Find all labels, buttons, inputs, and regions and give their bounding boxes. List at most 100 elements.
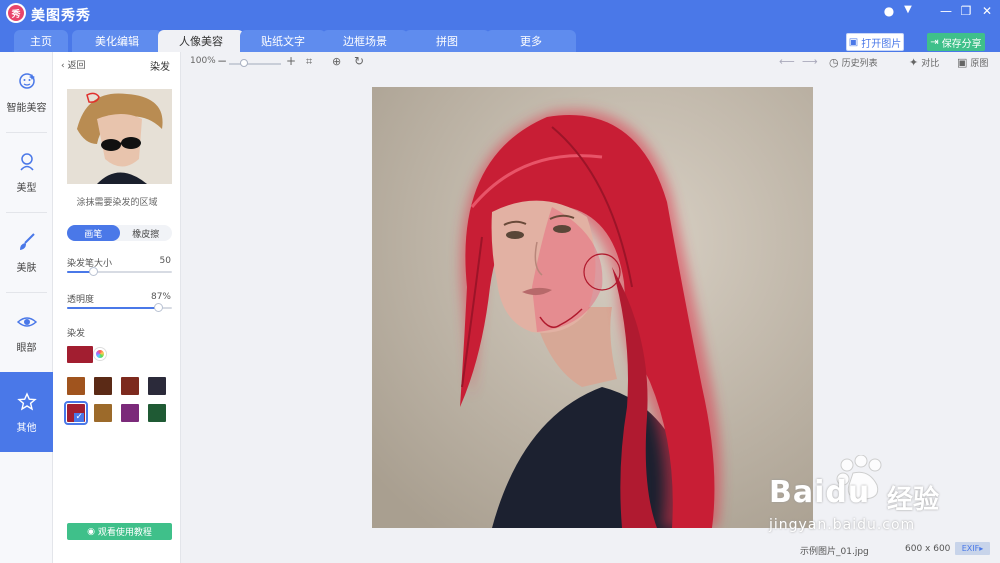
history-label: 历史列表 (841, 59, 878, 69)
tab-home[interactable]: 主页 (14, 30, 68, 52)
app-title: 美图秀秀 (31, 8, 91, 24)
color-swatch[interactable] (148, 377, 166, 395)
file-name: 示例图片_01.jpg (800, 547, 869, 557)
image-size: 600 x 600 (905, 544, 951, 554)
nav-smart-beauty[interactable]: 智能美容 (0, 52, 53, 132)
open-image-label: 打开图片 (861, 38, 902, 50)
undo-icon[interactable]: ⟵ (779, 55, 795, 68)
original-label: 原图 (970, 59, 989, 69)
watermark-brand-cn: 经验 (887, 485, 940, 515)
restore-icon[interactable]: ❐ (957, 4, 975, 18)
title-bar: 秀 美图秀秀 ● ▼ — ❐ ✕ 主页 美化编辑 人像美容 贴纸文字 边框场景 … (0, 0, 1000, 52)
nav-label: 其他 (16, 422, 37, 434)
canvas-toolbar: 100% − + ⌗ ⊕ ↻ ⟵ ⟶ ◷ 历史列表 ✦ 对比 ▣ 原图 (182, 52, 1000, 74)
mode-toggle: 画笔 橡皮擦 (67, 225, 172, 241)
clock-icon: ◷ (829, 56, 839, 69)
exif-label: EXIF (961, 544, 980, 553)
color-swatch[interactable] (148, 404, 166, 422)
nav-label: 眼部 (16, 342, 37, 354)
nav-label: 美型 (16, 182, 37, 194)
redo-icon[interactable]: ⟶ (802, 55, 818, 68)
main-tabs: 主页 美化编辑 人像美容 贴纸文字 边框场景 拼图 更多 (0, 30, 600, 52)
current-color-swatch (67, 346, 93, 363)
save-share-button[interactable]: ⇥ 保存分享 (927, 33, 985, 51)
side-nav: 智能美容 美型 美肤 眼部 其他 (0, 52, 53, 563)
hint-text: 涂抹需要染发的区域 (76, 198, 158, 208)
color-picker-icon[interactable] (94, 348, 106, 360)
tab-collage[interactable]: 拼图 (404, 30, 490, 52)
smart-beauty-icon (16, 71, 38, 93)
nav-eye[interactable]: 眼部 (0, 292, 53, 372)
star-icon (16, 391, 38, 413)
nav-label: 智能美容 (6, 102, 47, 114)
watermark-brand: Baidu (769, 475, 870, 510)
eye-icon: ◉ (87, 526, 95, 537)
slider-knob[interactable] (89, 267, 99, 276)
zoom-out-icon[interactable]: − (217, 54, 227, 68)
logo-text: 秀 (8, 5, 24, 21)
zoom-fit-icon[interactable]: ⊕ (332, 55, 341, 68)
portrait-image (372, 87, 813, 528)
opacity-slider[interactable] (67, 303, 172, 312)
color-swatch[interactable]: ✓ (64, 401, 88, 425)
compare-icon: ✦ (909, 56, 919, 69)
watch-tutorial-button[interactable]: ◉ 观看使用教程 (67, 523, 172, 540)
panel-title: 染发 (150, 62, 170, 73)
history-button[interactable]: ◷ 历史列表 (829, 56, 878, 69)
original-image-icon: ▣ (957, 56, 968, 69)
open-image-button[interactable]: ▣ 打开图片 (846, 33, 904, 51)
app-logo-icon: 秀 (6, 3, 26, 23)
zoom-slider[interactable] (229, 63, 281, 65)
slider-knob[interactable] (154, 303, 164, 312)
check-icon: ✓ (74, 412, 84, 422)
exif-button[interactable]: EXIF ▸ (955, 542, 990, 555)
zoom-in-icon[interactable]: + (286, 54, 296, 68)
message-icon[interactable]: ● (880, 4, 898, 18)
image-canvas[interactable] (372, 87, 813, 528)
brush-mode-button[interactable]: 画笔 (67, 225, 120, 241)
zoom-slider-knob[interactable] (240, 59, 248, 67)
image-icon: ▣ (848, 36, 859, 48)
slider-fill (67, 307, 159, 309)
color-swatch[interactable] (67, 377, 85, 395)
brush-size-slider[interactable] (67, 267, 172, 276)
color-label: 染发 (67, 329, 86, 339)
baidu-watermark: Baidu 经验 jingyan.baidu.com (765, 454, 1000, 540)
close-icon[interactable]: ✕ (978, 4, 996, 18)
hair-dye-panel: ‹ 返回 染发 涂抹需要染发的区域 画笔 橡皮擦 染发笔大小 50 透明度 87… (53, 52, 181, 563)
color-swatch[interactable] (94, 377, 112, 395)
zoom-value: 100% (190, 56, 216, 66)
opacity-label: 透明度 (67, 295, 95, 305)
minimize-icon[interactable]: — (937, 4, 955, 18)
tab-beautify[interactable]: 美化编辑 (72, 30, 162, 52)
menu-dropdown-icon[interactable]: ▼ (899, 4, 917, 15)
tab-sticker-text[interactable]: 贴纸文字 (240, 30, 326, 52)
brush-size-value: 50 (159, 256, 171, 266)
nav-other[interactable]: 其他 (0, 372, 53, 452)
tab-portrait[interactable]: 人像美容 (158, 30, 244, 52)
tab-more[interactable]: 更多 (486, 30, 576, 52)
color-swatch[interactable] (121, 377, 139, 395)
rotate-icon[interactable]: ↻ (354, 54, 364, 68)
back-button[interactable]: ‹ 返回 (61, 58, 85, 71)
color-swatch[interactable] (121, 404, 139, 422)
color-swatch[interactable] (94, 404, 112, 422)
crop-icon[interactable]: ⌗ (306, 55, 312, 69)
status-bar: 示例图片_01.jpg 600 x 600 EXIF ▸ (182, 540, 1000, 563)
brush-size-label: 染发笔大小 (67, 259, 113, 269)
back-label: 返回 (67, 61, 86, 71)
watermark-brand-text: Baidu (769, 475, 871, 510)
skin-brush-icon (16, 231, 38, 253)
save-share-label: 保存分享 (941, 38, 982, 50)
nav-skin[interactable]: 美肤 (0, 212, 53, 292)
tab-frame-scene[interactable]: 边框场景 (322, 30, 408, 52)
compare-label: 对比 (921, 59, 940, 69)
example-thumbnail (67, 89, 172, 184)
compare-button[interactable]: ✦ 对比 (909, 56, 939, 69)
nav-body-shape[interactable]: 美型 (0, 132, 53, 212)
nav-label: 美肤 (16, 262, 37, 274)
tutorial-label: 观看使用教程 (97, 528, 152, 538)
eye-icon (16, 311, 38, 333)
eraser-mode-button[interactable]: 橡皮擦 (120, 225, 173, 241)
original-button[interactable]: ▣ 原图 (957, 56, 988, 69)
